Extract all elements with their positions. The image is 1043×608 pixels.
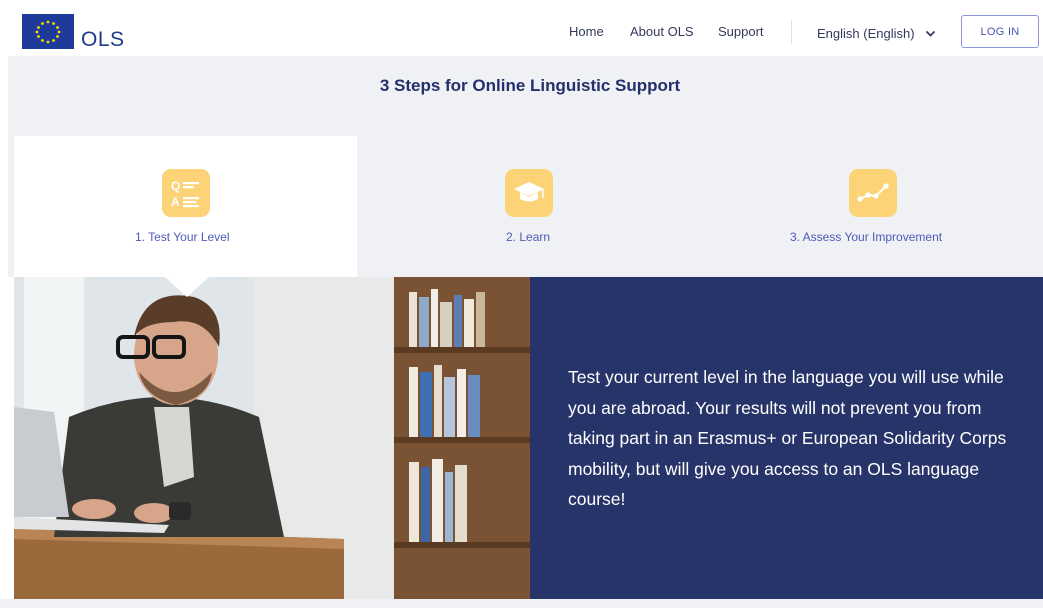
nav-about-link[interactable]: About OLS (630, 24, 694, 42)
eu-flag-logo[interactable] (22, 14, 74, 49)
language-selector[interactable]: English (English) (817, 24, 936, 42)
logo-text[interactable]: OLS (81, 28, 125, 52)
svg-text:A: A (171, 195, 180, 209)
qa-icon[interactable]: Q A (162, 169, 210, 217)
student-laptop-photo (14, 277, 530, 599)
login-button[interactable]: LOG IN (961, 15, 1039, 48)
top-header: OLS Home About OLS Support English (Engl… (0, 0, 1043, 62)
step-description: Test your current level in the language … (568, 367, 1007, 509)
nav-divider (791, 20, 792, 44)
step-label-assess-improvement[interactable]: 3. Assess Your Improvement (790, 230, 942, 244)
svg-text:Q: Q (171, 179, 180, 193)
nav-support-link[interactable]: Support (718, 24, 764, 42)
step-label-learn[interactable]: 2. Learn (506, 230, 550, 244)
nav-home-link[interactable]: Home (569, 24, 604, 42)
step-label-test-level[interactable]: 1. Test Your Level (135, 230, 230, 244)
graduation-cap-icon[interactable] (505, 169, 553, 217)
active-step-pointer (165, 277, 209, 297)
chevron-down-icon (925, 26, 936, 41)
language-label: English (English) (817, 25, 915, 41)
bottom-strip (0, 599, 1043, 608)
steps-title: 3 Steps for Online Linguistic Support (379, 76, 681, 95)
progress-chart-icon[interactable] (849, 169, 897, 217)
